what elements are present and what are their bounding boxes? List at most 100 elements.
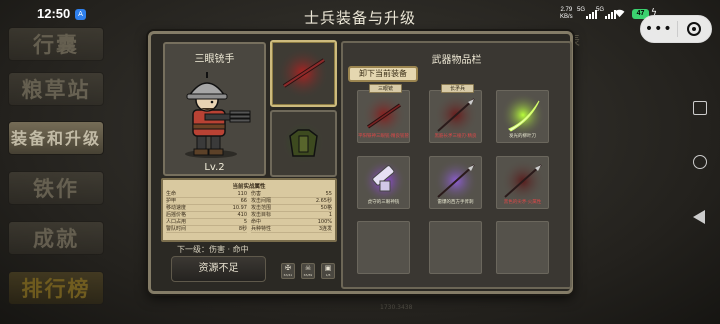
skull-resource: ☠ 65/89 xyxy=(301,263,315,279)
character-name: 三眼铳手 xyxy=(194,54,235,65)
side-menu-item-leaderboard[interactable]: 排行榜 xyxy=(8,271,104,305)
stat-label: 移动速度 xyxy=(166,205,187,211)
side-menu: 行囊 粮草站 装备和升级 铁作 成就 排行榜 xyxy=(0,22,115,324)
equipped-armor-slot[interactable] xyxy=(270,110,337,177)
inventory-title: 武器物品栏 xyxy=(431,55,482,66)
item-class-tag: 长矛兵 xyxy=(441,84,474,93)
stat-value: 2.65秒 xyxy=(315,198,332,204)
back-icon[interactable] xyxy=(693,210,705,224)
stat-value: 10.97 xyxy=(232,205,247,211)
stat-label: 人口占用 xyxy=(166,219,187,225)
stat-label: 兵种特性 xyxy=(251,226,272,232)
stat-label: 命中 xyxy=(251,219,262,225)
stat-label: 伤害 xyxy=(251,191,262,197)
stat-value: 66 xyxy=(240,198,247,204)
stat-row: 移动速度 10.97 xyxy=(166,205,247,212)
network-speed-value: 2.79 xyxy=(560,7,573,13)
stat-value: 410 xyxy=(237,212,247,218)
stats-title: 当前实战属性 xyxy=(232,184,266,190)
inventory-slot[interactable]: 平阳铁神三眼铳·精良铳管 三眼铳 xyxy=(357,84,410,143)
stat-row: 兵种特性 3连发 xyxy=(251,226,332,233)
stat-row: 命中 100% xyxy=(251,219,332,226)
upgrade-button[interactable]: 资源不足 xyxy=(171,256,266,282)
empty-inventory-slot[interactable] xyxy=(496,221,549,274)
close-miniprogram-icon[interactable] xyxy=(677,22,711,36)
stat-label: 攻击目标 xyxy=(251,212,272,218)
stat-row: 生命 110 xyxy=(166,191,247,198)
equipped-gun-icon xyxy=(277,47,329,99)
status-time: 12:50 xyxy=(37,6,71,21)
stat-row: 护甲 66 xyxy=(166,198,247,205)
stat-value: 3连发 xyxy=(318,226,332,232)
side-menu-item-equipment[interactable]: 装备和升级 xyxy=(8,121,104,155)
recent-apps-icon[interactable] xyxy=(693,101,707,115)
stat-row: 攻击间隔 2.65秒 xyxy=(251,198,332,205)
item-name: 虎守的三眼神铳 xyxy=(367,200,400,205)
item-class-tag: 三眼铳 xyxy=(369,84,402,93)
home-icon[interactable] xyxy=(693,155,707,169)
network-speed-unit: KB/s xyxy=(560,14,573,20)
gun-icon: ✠ xyxy=(285,264,291,272)
stat-label: 护甲 xyxy=(166,198,177,204)
stat-label: 后摇价格 xyxy=(166,212,187,218)
inventory-slot[interactable]: 黑色的尖矛·火属性 xyxy=(496,156,549,209)
helmet-icon: ▣ xyxy=(324,264,332,272)
inventory-slot[interactable]: 雷爆的西方手斧刺 xyxy=(429,156,482,209)
stat-label: 攻击范围 xyxy=(251,205,272,211)
inventory-slot[interactable]: 黑筋长矛三棱刃·精良 长矛兵 xyxy=(429,84,482,143)
equipped-weapon-slot[interactable] xyxy=(270,40,337,107)
stat-value: 50格 xyxy=(320,205,332,211)
item-name: 雷爆的西方手斧刺 xyxy=(437,200,474,205)
background-footer-text: 1730.3438 xyxy=(380,304,413,311)
stat-label: 攻击间隔 xyxy=(251,198,272,204)
equipped-armor-icon xyxy=(281,121,325,165)
stat-row: 警队时间 8秒 xyxy=(166,226,247,233)
stat-value: 1 xyxy=(328,212,332,218)
character-level: Lv.2 xyxy=(204,162,225,173)
empty-inventory-slot[interactable] xyxy=(357,221,410,274)
item-name: 发光的柳叶刀 xyxy=(509,134,536,139)
unequip-button[interactable]: 卸下当前装备 xyxy=(348,66,418,82)
helmet-resource-count: 1/8 xyxy=(325,273,331,277)
side-menu-item-forge[interactable]: 铁作 xyxy=(8,171,104,205)
signal-label-2: 5G xyxy=(596,7,605,13)
stat-row: 人口占用 5 xyxy=(166,219,247,226)
side-menu-item-achievements[interactable]: 成就 xyxy=(8,221,104,255)
side-menu-item-supply[interactable]: 粮草站 xyxy=(8,72,104,106)
miniprogram-capsule: ••• xyxy=(640,15,712,43)
stat-row: 攻击范围 50格 xyxy=(251,205,332,212)
stat-label: 生命 xyxy=(166,191,177,197)
inventory-slot[interactable]: 发光的柳叶刀 xyxy=(496,90,549,143)
next-level-text: 下一级：伤害 · 命中 xyxy=(177,245,249,254)
stats-panel: 当前实战属性 生命 110 伤害 55 护甲 66 攻击间隔 2.65秒移动速度 10.97 攻击… xyxy=(161,178,337,242)
stat-value: 100% xyxy=(317,219,332,225)
skull-resource-count: 65/89 xyxy=(303,273,313,277)
wifi-icon xyxy=(614,9,625,18)
status-bar: 12:50 A 2.79 KB/s 5G 5G 47 ϟ xyxy=(0,0,720,28)
inventory-slot[interactable]: 虎守的三眼神铳 xyxy=(357,156,410,209)
item-name: 黑色的尖矛·火属性 xyxy=(503,200,542,205)
helmet-resource: ▣ 1/8 xyxy=(321,263,335,279)
gun-resource-count: 63/41 xyxy=(283,273,293,277)
game-screen: 行囊 粮草站 装备和升级 铁作 成就 排行榜 表 1730.3438 12:50… xyxy=(0,0,720,324)
signal-label-1: 5G xyxy=(577,7,586,13)
stat-value: 5 xyxy=(243,219,247,225)
network-speed: 2.79 KB/s xyxy=(560,7,573,21)
stat-value: 110 xyxy=(237,191,247,197)
item-name: 黑筋长矛三棱刃·精良 xyxy=(434,134,477,139)
gun-resource: ✠ 63/41 xyxy=(281,263,295,279)
stat-label: 警队时间 xyxy=(166,226,187,232)
skull-icon: ☠ xyxy=(304,264,312,272)
stat-row: 后摇价格 410 xyxy=(166,212,247,219)
stats-grid: 生命 110 伤害 55 护甲 66 攻击间隔 2.65秒移动速度 10.97 攻击范围 50格后摇… xyxy=(166,191,332,233)
notification-badge-icon: A xyxy=(75,9,86,20)
stat-row: 攻击目标 1 xyxy=(251,212,332,219)
stat-value: 55 xyxy=(325,191,332,197)
stat-value: 8秒 xyxy=(238,226,247,232)
soldier-equipment-modal: 三眼铳手 Lv.2 当前实战属性 生命 110 伤害 55 护甲 66 攻击间隔… xyxy=(148,31,573,294)
more-menu-icon[interactable]: ••• xyxy=(641,16,677,42)
empty-inventory-slot[interactable] xyxy=(429,221,482,274)
side-menu-item-bag[interactable]: 行囊 xyxy=(8,27,104,61)
item-name: 平阳铁神三眼铳·精良铳管 xyxy=(358,134,409,139)
character-portrait xyxy=(185,72,251,158)
